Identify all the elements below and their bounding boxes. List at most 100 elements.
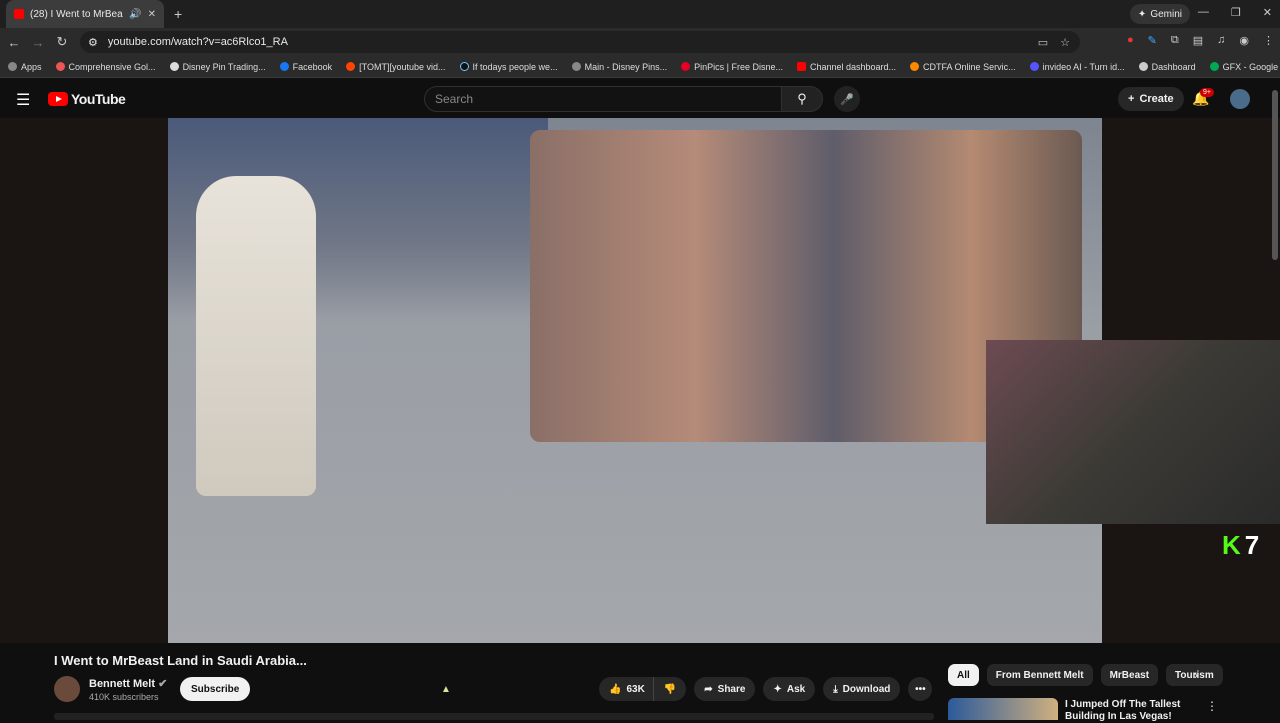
facebook-icon [279, 62, 289, 71]
puzzle-icon[interactable]: ⧉ [1171, 34, 1179, 47]
streamer-webcam-overlay [986, 340, 1280, 524]
forward-icon[interactable]: → [26, 35, 50, 50]
scrollbar[interactable] [1272, 90, 1278, 260]
share-button[interactable]: ➦ Share [694, 677, 756, 701]
minimize-icon[interactable]: — [1198, 6, 1209, 19]
channel-avatar[interactable] [54, 676, 80, 702]
restore-icon[interactable]: ❐ [1231, 6, 1241, 19]
thumbs-up-icon: 👍 [609, 683, 622, 695]
reddit-icon [346, 62, 356, 71]
media-icon[interactable]: ♫ [1217, 34, 1225, 47]
bookmark-item[interactable]: Channel dashboard... [796, 61, 897, 72]
profile-icon[interactable]: ◉ [1239, 34, 1249, 47]
bookmark-label: Dashboard [1151, 61, 1196, 72]
bookmark-item[interactable]: Apps [8, 62, 42, 72]
microphone-icon: 🎤 [840, 93, 854, 106]
chip-from-channel[interactable]: From Bennett Melt [986, 664, 1093, 686]
recommended-video-title[interactable]: I Jumped Off The Tallest Building In Las… [1065, 699, 1195, 723]
extension-icon[interactable]: ✎ [1148, 34, 1157, 47]
new-tab-button[interactable]: + [174, 6, 182, 22]
subscriber-count: 410K subscribers [89, 692, 159, 702]
cast-icon[interactable]: ▭ [1038, 36, 1048, 49]
bookmark-item[interactable]: [TOMT][youtube vid... [346, 62, 446, 72]
address-bar[interactable]: ⚙ youtube.com/watch?v=ac6Rlco1_RA ▭ ☆ [80, 31, 1080, 53]
speaker-icon[interactable]: 🔊 [129, 9, 141, 20]
close-tab-icon[interactable]: ✕ [148, 9, 156, 20]
chevron-right-icon[interactable]: › [1194, 668, 1198, 682]
bookmark-label: PinPics | Free Disne... [694, 61, 783, 72]
search-input[interactable]: Search [424, 86, 782, 112]
player-backdrop-left [0, 118, 168, 643]
pinterest-icon [681, 62, 691, 71]
extensions-area: ● ✎ ⧉ ▤ ♫ ◉ ⋮ [1127, 34, 1274, 47]
bookmark-item[interactable]: Main - Disney Pins... [571, 62, 667, 72]
reload-icon[interactable]: ↻ [50, 34, 74, 50]
gemini-label: Gemini [1150, 8, 1182, 20]
close-window-icon[interactable]: ✕ [1263, 6, 1272, 19]
create-button[interactable]: + Create [1118, 87, 1184, 111]
browser-tab-bar: (28) I Went to MrBeast Lan... 🔊 ✕ + ✦ Ge… [0, 0, 1280, 28]
ask-label: Ask [786, 683, 806, 695]
invideo-icon [1029, 62, 1039, 71]
bookmark-item[interactable]: CDTFA Online Servic... [910, 62, 1016, 72]
bookmark-star-icon[interactable]: ☆ [1060, 36, 1070, 49]
youtube-icon [796, 62, 806, 71]
like-button[interactable]: 👍 63K [599, 677, 653, 701]
chip-all[interactable]: All [948, 664, 979, 686]
create-label: Create [1139, 93, 1174, 105]
bookmark-item[interactable]: PinPics | Free Disne... [681, 62, 783, 72]
sidepanel-icon[interactable]: ▤ [1193, 34, 1203, 47]
back-icon[interactable]: ← [2, 35, 26, 50]
plus-icon: + [1128, 93, 1135, 105]
like-count: 63K [626, 683, 645, 695]
account-avatar[interactable] [1230, 89, 1250, 109]
channel-name[interactable]: Bennett Melt ✔ [89, 677, 167, 690]
tiktok-icon [459, 62, 469, 71]
window-controls: — ❐ ✕ [1198, 6, 1272, 19]
youtube-header: ☰ YouTube Search ⚲ 🎤 + Create 🔔 9+ [0, 80, 1280, 118]
bookmark-icon [55, 62, 65, 71]
browser-toolbar: ← → ↻ ⚙ youtube.com/watch?v=ac6Rlco1_RA … [0, 28, 1280, 56]
bookmark-item[interactable]: If todays people we... [459, 62, 558, 72]
subscribe-button[interactable]: Subscribe [180, 677, 251, 701]
ask-button[interactable]: ✦ Ask [763, 677, 816, 701]
tab-title: (28) I Went to MrBeast Lan... [30, 8, 123, 20]
description-box-edge [54, 713, 934, 720]
bookmark-item[interactable]: GFX - Google Drive [1209, 62, 1280, 72]
bookmark-label: CDTFA Online Servic... [923, 61, 1016, 72]
video-player[interactable] [168, 118, 1102, 643]
more-vert-icon[interactable]: ⋮ [1206, 699, 1218, 713]
browser-tab[interactable]: (28) I Went to MrBeast Lan... 🔊 ✕ [6, 0, 164, 28]
download-button[interactable]: ⤓ Download [823, 677, 901, 701]
dislike-button[interactable]: 👎 [652, 677, 687, 701]
extension-icon[interactable]: ● [1127, 34, 1134, 47]
dashboard-icon [1138, 62, 1148, 71]
kick-count: 7 [1244, 530, 1260, 560]
chip-mrbeast[interactable]: MrBeast [1100, 664, 1159, 686]
bookmark-label: Disney Pin Trading... [182, 61, 266, 72]
bookmark-label: Facebook [292, 61, 333, 72]
search-button[interactable]: ⚲ [781, 86, 823, 112]
voice-search-button[interactable]: 🎤 [834, 86, 860, 112]
bookmark-item[interactable]: invideo AI - Turn id... [1029, 62, 1125, 72]
gemini-button[interactable]: ✦ Gemini [1129, 4, 1190, 24]
menu-icon[interactable]: ☰ [16, 90, 30, 110]
menu-dots-icon[interactable]: ⋮ [1263, 34, 1274, 47]
youtube-logo[interactable]: YouTube [48, 91, 126, 107]
bookmark-item[interactable]: Facebook [279, 61, 333, 72]
more-dots-icon: ••• [915, 683, 926, 695]
bookmark-label: Comprehensive Gol... [68, 61, 156, 72]
video-actions: 👍 63K 👎 ➦ Share ✦ Ask ⤓ Download ••• [599, 677, 933, 701]
url-text: youtube.com/watch?v=ac6Rlco1_RA [107, 36, 288, 48]
sparkle-icon: ✦ [773, 683, 782, 695]
apps-icon [8, 62, 17, 71]
site-info-icon[interactable]: ⚙ [88, 36, 98, 49]
download-icon: ⤓ [833, 683, 838, 695]
bookmark-item[interactable]: Dashboard [1138, 61, 1196, 72]
bookmark-icon [169, 62, 179, 71]
bookmark-item[interactable]: Disney Pin Trading... [169, 61, 266, 72]
bookmark-label: Channel dashboard... [809, 61, 897, 72]
more-actions-button[interactable]: ••• [908, 677, 933, 701]
bookmark-item[interactable]: Comprehensive Gol... [55, 61, 156, 72]
recommended-video-thumbnail[interactable] [948, 698, 1058, 720]
